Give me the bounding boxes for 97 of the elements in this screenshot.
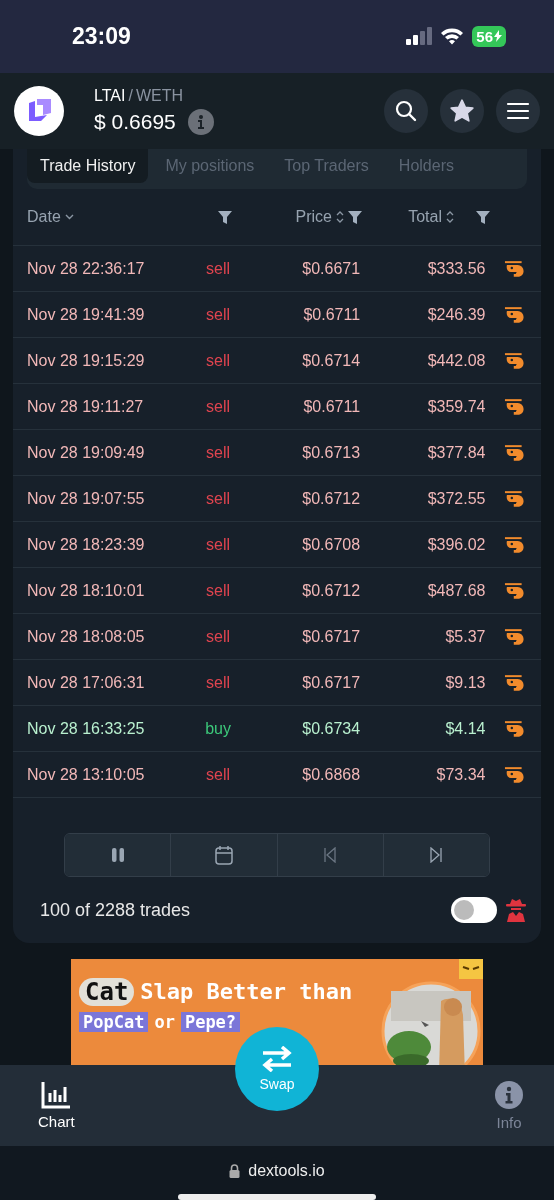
menu-button[interactable] xyxy=(496,89,540,134)
table-cell-text: sell xyxy=(205,765,232,784)
search-button[interactable] xyxy=(384,89,428,134)
sort-icon[interactable] xyxy=(446,210,454,225)
table-cell-text: $0.6711 xyxy=(302,305,361,324)
table-cell-text: Nov 28 19:11:27 xyxy=(27,397,145,416)
table-cell-text: $442.08 xyxy=(426,351,486,370)
favorite-button[interactable] xyxy=(440,89,484,134)
table-cell-text: sell xyxy=(205,673,232,692)
table-cell-text: Nov 28 19:15:29 xyxy=(27,351,146,370)
table-cell-text: Nov 28 18:08:05 xyxy=(27,627,146,646)
star-icon xyxy=(449,98,475,125)
table-cell-text: $359.74 xyxy=(426,397,486,416)
table-cell-text: $0.6713 xyxy=(301,443,361,462)
swap-arrows-icon xyxy=(261,1045,293,1072)
table-cell-text: $0.6712 xyxy=(301,581,361,600)
table-cell-text: Nov 28 19:07:55 xyxy=(27,489,146,508)
table-cell-text: Nov 28 19:09:49 xyxy=(27,443,146,462)
calendar-icon xyxy=(214,845,233,866)
column-header[interactable]: Price xyxy=(295,208,332,227)
ad-text: PopCat xyxy=(79,1011,149,1032)
menu-icon xyxy=(506,101,530,122)
ad-text: Cat xyxy=(79,977,135,1006)
sort-icon[interactable] xyxy=(336,210,344,225)
table-cell-text: $0.6671 xyxy=(301,259,361,278)
info-icon[interactable] xyxy=(187,109,214,136)
filter-icon[interactable] xyxy=(218,210,232,224)
ad-banner[interactable]: Cat Slap Better than PopCat or Pepe? xyxy=(71,959,483,1065)
address-bar[interactable]: dextools.io xyxy=(229,1162,325,1180)
table-cell-text: $5.37 xyxy=(444,627,486,646)
table-cell-text: $0.6712 xyxy=(301,489,361,508)
ad-text: Slap Better than xyxy=(140,979,353,1005)
clock: 23:09 xyxy=(72,22,131,50)
base-token: LTAI xyxy=(94,87,126,106)
skip-back-icon xyxy=(323,847,338,864)
pair-separator: / xyxy=(128,87,133,106)
skip-forward-icon xyxy=(429,847,444,864)
table-cell-text: $73.34 xyxy=(435,765,486,784)
ad-text: or xyxy=(154,1011,175,1032)
quote-token: WETH xyxy=(135,87,183,106)
calendar-button[interactable] xyxy=(171,834,278,877)
toggle-switch[interactable] xyxy=(451,897,497,924)
table-cell-text: $372.55 xyxy=(426,489,486,508)
table-cell-text: Nov 28 18:10:01 xyxy=(27,581,146,600)
trade-count: 100 of 2288 trades xyxy=(40,899,191,921)
column-header[interactable]: Date xyxy=(27,208,61,227)
table-cell-text: $0.6714 xyxy=(301,351,361,370)
info-icon xyxy=(494,1079,524,1110)
filter-icon[interactable] xyxy=(348,210,362,224)
table-cell-text: $4.14 xyxy=(444,719,486,738)
table-cell-text: buy xyxy=(204,719,232,738)
emoji-icon xyxy=(459,959,483,980)
wifi-icon xyxy=(440,27,465,46)
table-cell-text: Nov 28 13:10:05 xyxy=(27,765,146,784)
battery-indicator: 56 xyxy=(472,25,506,47)
table-cell-text: $0.6711 xyxy=(302,397,361,416)
table-cell-text: $0.6708 xyxy=(301,535,361,554)
table-cell-text: sell xyxy=(205,443,232,462)
table-cell-text: $333.56 xyxy=(426,259,486,278)
table-cell-text: sell xyxy=(205,397,232,416)
signal-icon xyxy=(406,27,433,46)
bar-chart-icon xyxy=(41,1080,72,1109)
table-cell-text: $0.6717 xyxy=(301,673,361,692)
table-cell-text: $9.13 xyxy=(444,673,486,692)
ad-text: Pepe? xyxy=(180,1011,241,1032)
table-cell-text: $487.68 xyxy=(426,581,486,600)
tab[interactable]: Trade History xyxy=(27,149,149,184)
table-cell-text: Nov 28 17:06:31 xyxy=(27,673,146,692)
filter-icon[interactable] xyxy=(476,210,490,224)
table-cell-text: $0.6717 xyxy=(301,627,361,646)
bolt-icon xyxy=(494,30,502,43)
pause-button[interactable] xyxy=(65,834,172,877)
table-cell-text: $0.6868 xyxy=(301,765,361,784)
table-cell-text: sell xyxy=(205,351,232,370)
table-cell-text: $396.02 xyxy=(426,535,486,554)
table-cell-text: Nov 28 19:41:39 xyxy=(27,305,146,324)
lock-icon xyxy=(229,1164,241,1178)
pause-icon xyxy=(110,847,125,864)
chart-tab[interactable]: Chart xyxy=(38,1080,75,1130)
table-cell-text: sell xyxy=(205,535,232,554)
table-cell-text: sell xyxy=(205,259,232,278)
table-cell-text: $377.84 xyxy=(426,443,486,462)
search-icon xyxy=(394,99,418,124)
column-header[interactable]: Total xyxy=(408,208,442,227)
table-cell-text: Nov 28 22:36:17 xyxy=(27,259,146,278)
table-cell-text: sell xyxy=(205,489,232,508)
table-cell-text: $0.6734 xyxy=(301,719,361,738)
token-price: $ 0.6695 xyxy=(94,110,176,135)
table-cell-text: sell xyxy=(205,581,232,600)
table-cell-text: sell xyxy=(205,305,232,324)
spy-icon[interactable] xyxy=(505,898,527,923)
info-tab[interactable]: Info xyxy=(494,1079,524,1131)
table-cell-text: $246.39 xyxy=(426,305,486,324)
table-cell-text: Nov 28 16:33:25 xyxy=(27,719,146,738)
table-cell-text: sell xyxy=(205,627,232,646)
table-cell-text: Nov 28 18:23:39 xyxy=(27,535,146,554)
chevron-down-icon[interactable] xyxy=(64,214,74,221)
